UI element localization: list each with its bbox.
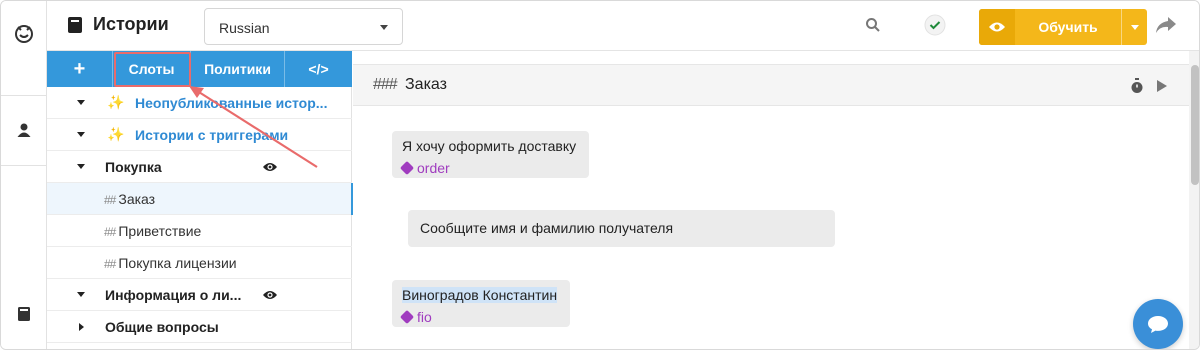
tag-icon: [399, 309, 415, 325]
main-scrollbar[interactable]: [1189, 51, 1199, 349]
hash-icon: ##: [104, 256, 116, 271]
chat-icon: [1148, 316, 1168, 333]
search-icon[interactable]: [865, 17, 881, 33]
train-button-label: Обучить: [1038, 19, 1098, 35]
train-dropdown-toggle[interactable]: [1121, 9, 1147, 45]
story-label: ## Покупка лицензии: [104, 254, 237, 271]
chat-button[interactable]: [1133, 299, 1183, 349]
share-arrow-icon[interactable]: [1155, 15, 1177, 35]
chevron-right-icon[interactable]: [79, 323, 84, 331]
tree-folder[interactable]: Общие вопросы: [47, 311, 352, 343]
story-editor: ### Заказ Я хочу оформить доставку order…: [353, 51, 1189, 349]
user-message[interactable]: Я хочу оформить доставку order: [392, 131, 589, 178]
message-text: Я хочу оформить доставку: [402, 138, 577, 154]
tree-folder[interactable]: Информация о ли...: [47, 279, 352, 311]
tag-icon: [399, 160, 415, 176]
message-text: Сообщите имя и фамилию получателя: [420, 220, 674, 236]
scrollbar-thumb[interactable]: [1191, 65, 1199, 185]
hash-icon: ###: [373, 76, 398, 93]
annotation-arrow: [189, 86, 318, 168]
book-icon[interactable]: [1, 301, 47, 327]
story-label: ## Приветствие: [104, 222, 202, 239]
folder-label: Общие вопросы: [105, 318, 219, 335]
tree-story-item[interactable]: ## Покупка лицензии: [47, 247, 352, 279]
story-header: ### Заказ: [353, 64, 1189, 106]
train-button[interactable]: Обучить: [979, 9, 1147, 45]
folder-label: Информация о ли...: [105, 286, 242, 303]
eye-icon[interactable]: [262, 288, 278, 304]
timer-icon[interactable]: [1130, 78, 1144, 99]
chevron-down-icon: [1130, 24, 1139, 30]
hash-icon: ##: [104, 224, 116, 239]
app-window: Истории Russian Обучить + Слоты Политики: [0, 0, 1200, 350]
chevron-down-icon[interactable]: [77, 292, 85, 297]
intent-tag[interactable]: fio: [399, 309, 560, 325]
eye-icon: [979, 9, 1015, 45]
bot-message[interactable]: Сообщите имя и фамилию получателя: [408, 210, 835, 247]
intent-tag[interactable]: order: [399, 160, 579, 176]
story-title: Заказ: [405, 76, 447, 93]
user-message[interactable]: Виноградов Константин fio: [392, 280, 570, 327]
tree-story-item[interactable]: ## Приветствие: [47, 215, 352, 247]
message-text: Виноградов Константин: [402, 287, 558, 303]
play-icon[interactable]: [1156, 79, 1168, 98]
check-circle-icon[interactable]: [924, 14, 946, 36]
